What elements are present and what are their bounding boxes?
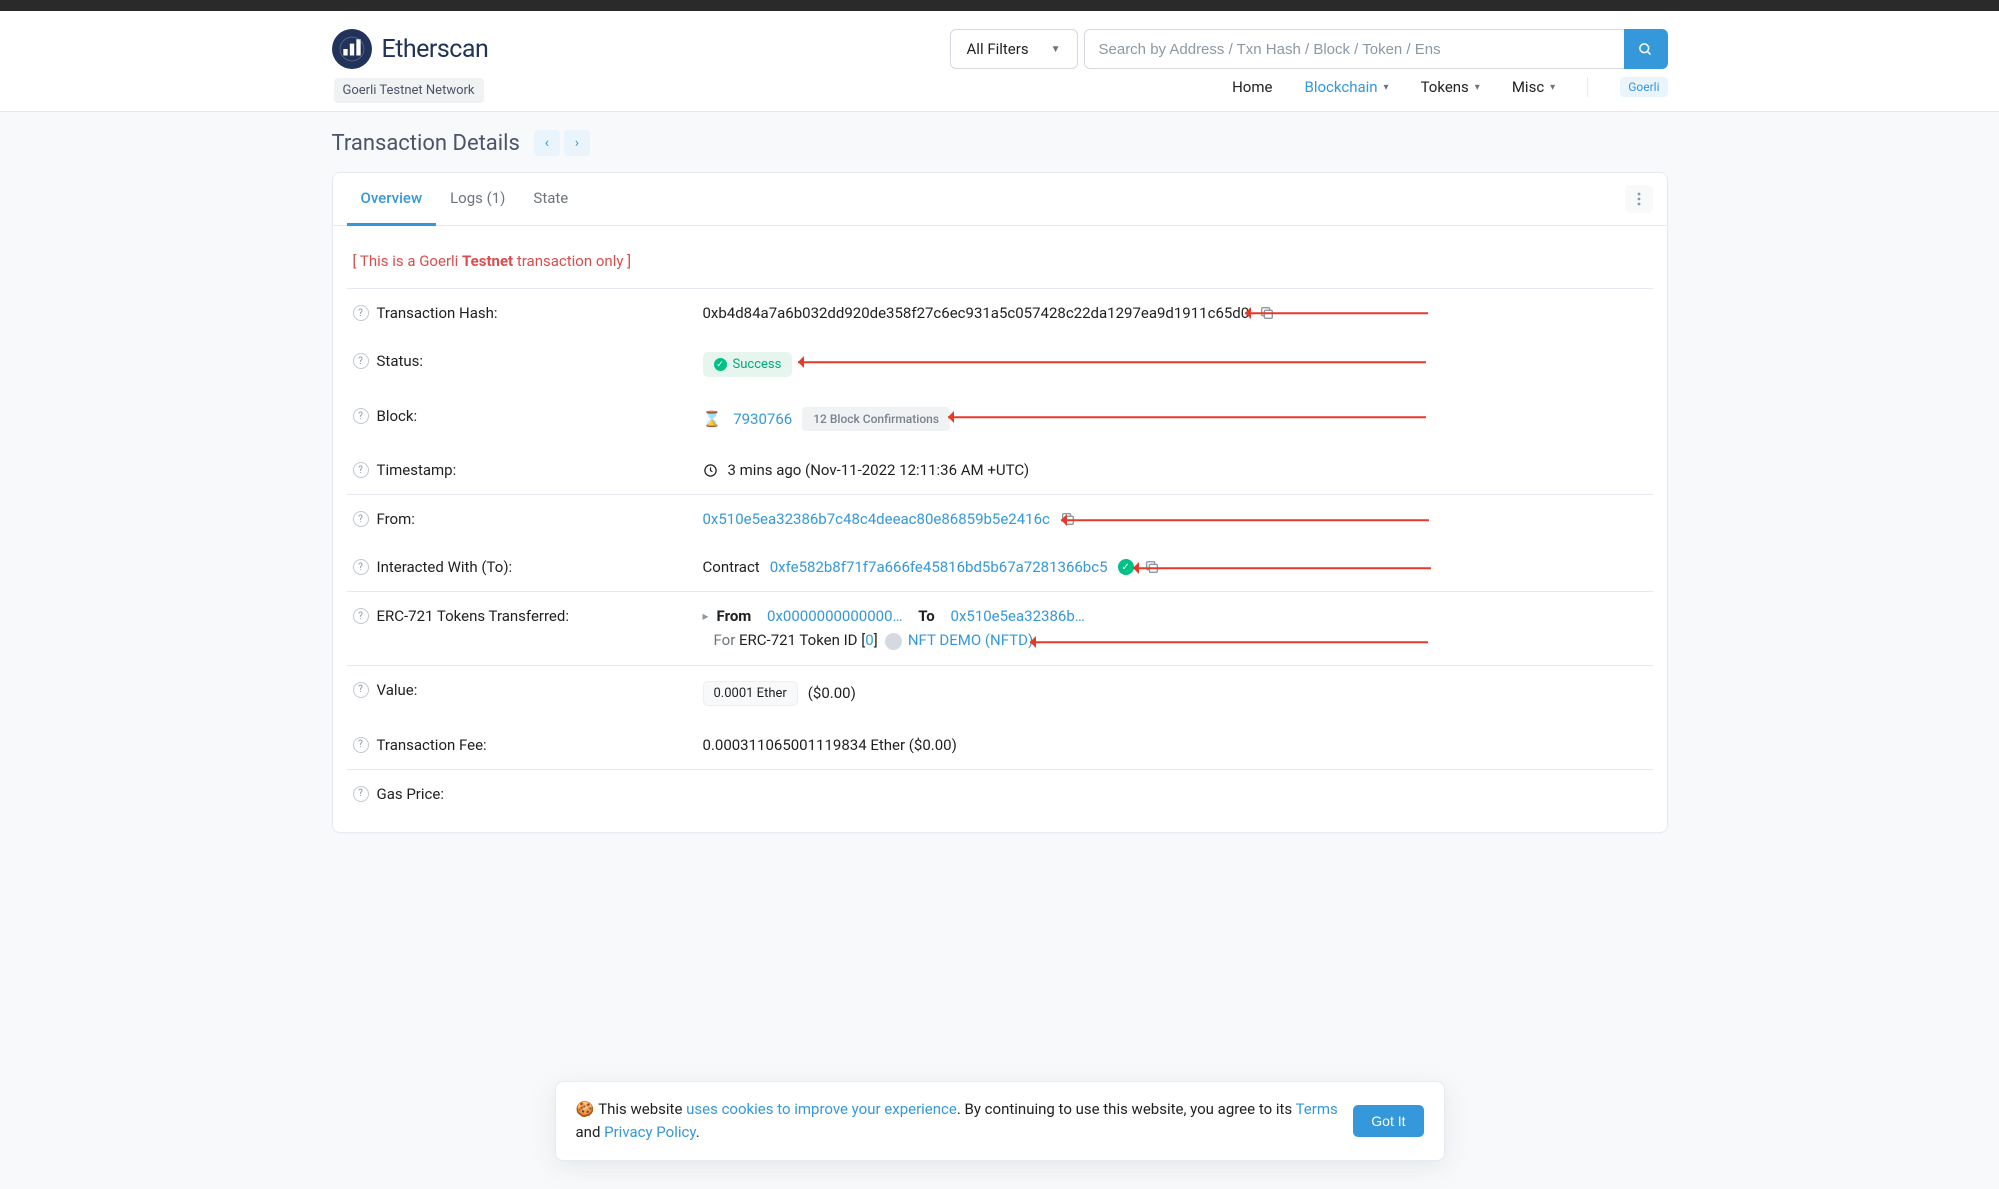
chevron-down-icon: ▾ xyxy=(1550,82,1555,93)
tx-hash: 0xb4d84a7a6b032dd920de358f27c6ec931a5c05… xyxy=(703,304,1250,322)
tab-overview[interactable]: Overview xyxy=(347,173,437,226)
help-icon[interactable]: ? xyxy=(353,608,369,624)
logo[interactable]: Etherscan xyxy=(332,29,489,69)
nav-misc[interactable]: Misc ▾ xyxy=(1512,78,1555,96)
cookie-text: 🍪This website uses cookies to improve yo… xyxy=(576,1098,1340,1145)
page-title: Transaction Details xyxy=(332,131,520,156)
token-id-link[interactable]: 0 xyxy=(865,631,873,649)
next-tx-button[interactable]: › xyxy=(564,130,590,156)
chevron-down-icon: ▾ xyxy=(1475,82,1480,93)
terms-link[interactable]: Terms xyxy=(1296,1100,1338,1118)
annotation-arrow xyxy=(948,416,1438,418)
search-filter-dropdown[interactable]: All Filters ▼ xyxy=(950,29,1078,69)
annotation-arrow xyxy=(798,361,1438,363)
caret-right-icon: ▸ xyxy=(703,609,709,623)
search-input[interactable] xyxy=(1084,29,1624,69)
cookie-icon: 🍪 xyxy=(576,1100,595,1118)
help-icon[interactable]: ? xyxy=(353,511,369,527)
row-to: ?Interacted With (To): Contract 0xfe582b… xyxy=(333,543,1667,591)
nav-blockchain[interactable]: Blockchain ▾ xyxy=(1304,78,1388,96)
privacy-link[interactable]: Privacy Policy xyxy=(604,1123,696,1141)
testnet-warning: [ This is a Goerli Testnet transaction o… xyxy=(333,240,1667,288)
tab-state[interactable]: State xyxy=(519,173,582,226)
search-button[interactable] xyxy=(1624,29,1668,69)
hourglass-icon: ⌛ xyxy=(703,410,722,428)
chevron-down-icon: ▾ xyxy=(1384,82,1389,93)
brand-text: Etherscan xyxy=(382,35,489,64)
network-badge: Goerli Testnet Network xyxy=(334,78,484,103)
nav-separator xyxy=(1587,77,1588,97)
row-fee: ?Transaction Fee: 0.000311065001119834 E… xyxy=(333,721,1667,769)
copy-icon[interactable] xyxy=(1259,305,1275,321)
copy-icon[interactable] xyxy=(1144,559,1160,575)
row-from: ?From: 0x510e5ea32386b7c48c4deeac80e8685… xyxy=(333,495,1667,543)
help-icon[interactable]: ? xyxy=(353,408,369,424)
tx-nav-arrows: ‹ › xyxy=(534,130,590,156)
verified-icon: ✓ xyxy=(1118,559,1134,575)
network-switcher[interactable]: Goerli xyxy=(1620,77,1667,97)
main-nav: Home Blockchain ▾ Tokens ▾ Misc ▾ Goerli xyxy=(1232,77,1667,111)
cookie-consent: 🍪This website uses cookies to improve yo… xyxy=(555,1081,1445,1162)
help-icon[interactable]: ? xyxy=(353,353,369,369)
row-erc721: ?ERC-721 Tokens Transferred: ▸ From 0x00… xyxy=(333,592,1667,665)
erc721-from[interactable]: 0x0000000000000… xyxy=(767,607,903,625)
row-gas: ?Gas Price: xyxy=(333,770,1667,818)
from-address[interactable]: 0x510e5ea32386b7c48c4deeac80e86859b5e241… xyxy=(703,510,1050,528)
help-icon[interactable]: ? xyxy=(353,305,369,321)
block-link[interactable]: 7930766 xyxy=(733,410,792,428)
page-content: Transaction Details ‹ › Overview Logs (1… xyxy=(310,112,1690,873)
row-value: ?Value: 0.0001 Ether ($0.00) xyxy=(333,666,1667,721)
card-tabs: Overview Logs (1) State xyxy=(333,173,1667,226)
fee-text: 0.000311065001119834 Ether ($0.00) xyxy=(703,736,957,754)
cookie-learn-link[interactable]: uses cookies to improve your experience xyxy=(686,1100,957,1118)
annotation-arrow xyxy=(1061,519,1441,521)
row-block: ?Block: ⌛ 7930766 12 Block Confirmations xyxy=(333,392,1667,446)
annotation-arrow xyxy=(1030,641,1440,643)
help-icon[interactable]: ? xyxy=(353,786,369,802)
copy-icon[interactable] xyxy=(1060,511,1076,527)
value-usd: ($0.00) xyxy=(808,684,856,702)
token-icon xyxy=(885,633,902,650)
status-badge: ✓Success xyxy=(703,352,793,377)
filter-label: All Filters xyxy=(967,40,1029,58)
nav-tokens[interactable]: Tokens ▾ xyxy=(1421,78,1480,96)
cookie-accept-button[interactable]: Got It xyxy=(1353,1105,1423,1137)
site-header: Etherscan All Filters ▼ Goerli Testnet N… xyxy=(0,11,1999,112)
timestamp-text: 3 mins ago (Nov-11-2022 12:11:36 AM +UTC… xyxy=(728,461,1030,479)
help-icon[interactable]: ? xyxy=(353,682,369,698)
row-hash: ?Transaction Hash: 0xb4d84a7a6b032dd920d… xyxy=(333,289,1667,337)
tab-logs[interactable]: Logs (1) xyxy=(436,173,519,226)
help-icon[interactable]: ? xyxy=(353,559,369,575)
tx-card: Overview Logs (1) State [ This is a Goer… xyxy=(332,172,1668,833)
tab-more-menu[interactable] xyxy=(1625,185,1653,213)
search-icon xyxy=(1638,42,1653,57)
contract-prefix: Contract xyxy=(703,558,760,576)
check-icon: ✓ xyxy=(714,358,727,371)
help-icon[interactable]: ? xyxy=(353,737,369,753)
nav-home[interactable]: Home xyxy=(1232,78,1272,96)
erc721-to[interactable]: 0x510e5ea32386b… xyxy=(951,607,1085,625)
logo-icon xyxy=(332,29,372,69)
help-icon[interactable]: ? xyxy=(353,462,369,478)
to-address[interactable]: 0xfe582b8f71f7a666fe45816bd5b67a7281366b… xyxy=(770,558,1108,576)
kebab-icon xyxy=(1637,192,1641,206)
value-badge: 0.0001 Ether xyxy=(703,681,798,706)
chevron-down-icon: ▼ xyxy=(1051,44,1061,55)
row-timestamp: ?Timestamp: 3 mins ago (Nov-11-2022 12:1… xyxy=(333,446,1667,494)
browser-chrome-strip xyxy=(0,0,1999,11)
prev-tx-button[interactable]: ‹ xyxy=(534,130,560,156)
search-bar: All Filters ▼ xyxy=(950,29,1668,69)
token-name-link[interactable]: NFT DEMO (NFTD) xyxy=(908,631,1033,649)
row-status: ?Status: ✓Success xyxy=(333,337,1667,392)
clock-icon xyxy=(703,463,718,478)
annotation-arrow xyxy=(1133,567,1443,569)
confirmations-badge: 12 Block Confirmations xyxy=(802,407,950,431)
